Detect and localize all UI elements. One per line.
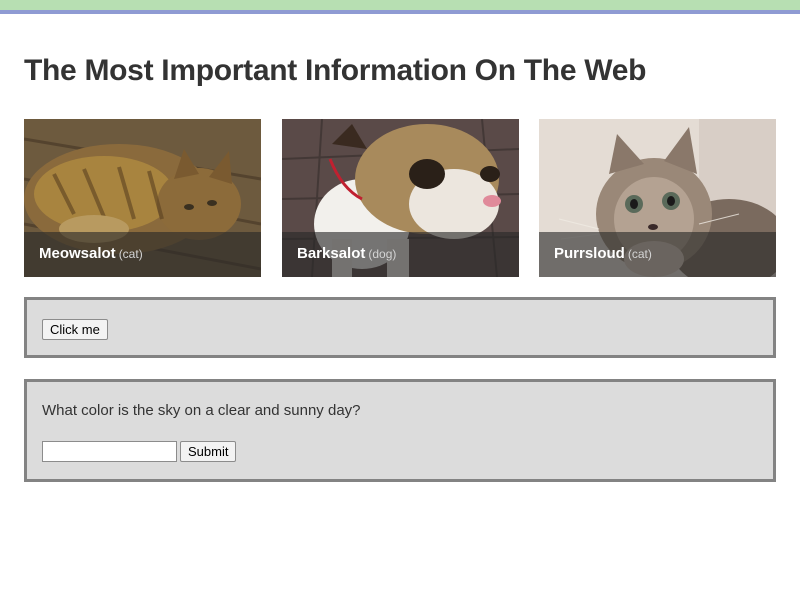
pet-card-barksalot: Barksalot (dog) bbox=[282, 119, 519, 277]
pet-name: Meowsalot bbox=[39, 245, 116, 262]
top-accent-bar-blue bbox=[0, 10, 800, 14]
pet-card-meowsalot: Meowsalot (cat) bbox=[24, 119, 261, 277]
page-title: The Most Important Information On The We… bbox=[24, 54, 647, 87]
pet-kind: (cat) bbox=[627, 247, 652, 261]
pet-card-purrsloud: Purrsloud (cat) bbox=[539, 119, 776, 277]
click-me-button[interactable]: Click me bbox=[42, 319, 108, 340]
pet-card-caption: Meowsalot (cat) bbox=[24, 232, 261, 277]
pet-cards: Meowsalot (cat) Barksalot (dog) Purrslou… bbox=[24, 119, 776, 277]
quiz-question: What color is the sky on a clear and sun… bbox=[42, 402, 361, 419]
pet-card-caption: Barksalot (dog) bbox=[282, 232, 519, 277]
pet-card-caption: Purrsloud (cat) bbox=[539, 232, 776, 277]
pet-name: Purrsloud bbox=[554, 245, 625, 262]
top-accent-bar-green bbox=[0, 0, 800, 10]
pet-name: Barksalot bbox=[297, 245, 366, 262]
button-panel: Click me bbox=[24, 297, 776, 358]
submit-button[interactable]: Submit bbox=[180, 441, 237, 462]
pet-kind: (cat) bbox=[118, 247, 143, 261]
quiz-panel: What color is the sky on a clear and sun… bbox=[24, 379, 776, 482]
answer-input[interactable] bbox=[42, 441, 177, 462]
pet-kind: (dog) bbox=[368, 247, 397, 261]
